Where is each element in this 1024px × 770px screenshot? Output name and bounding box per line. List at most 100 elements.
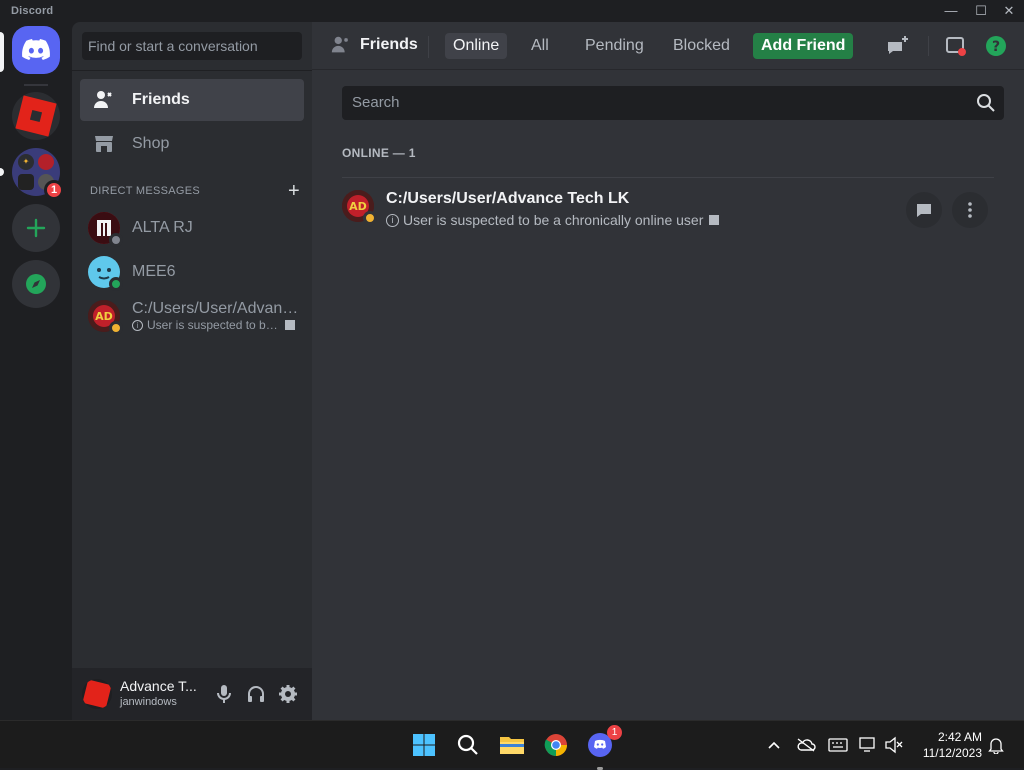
- svg-text:AD: AD: [349, 200, 367, 213]
- network-button[interactable]: [858, 735, 878, 755]
- home-button[interactable]: [12, 26, 60, 74]
- avatar: [88, 212, 123, 247]
- nav-shop[interactable]: Shop: [80, 123, 304, 165]
- svg-text:AD: AD: [95, 310, 113, 323]
- mention-badge: 1: [44, 180, 64, 200]
- chrome-icon: [544, 734, 567, 756]
- new-message-icon: [888, 36, 908, 54]
- friend-search-box: [342, 86, 1004, 120]
- new-group-dm-button[interactable]: [886, 34, 910, 58]
- friends-topbar: Friends Online All Pending Blocked Add F…: [312, 22, 1024, 70]
- find-conversation-button[interactable]: Find or start a conversation: [82, 32, 302, 60]
- friends-title: Friends: [330, 34, 418, 56]
- dm-header-label: DIRECT MESSAGES: [90, 185, 201, 197]
- volume-button[interactable]: [884, 735, 904, 755]
- rich-presence-icon: [285, 320, 295, 330]
- rich-presence-icon: [709, 215, 720, 225]
- add-friend-button[interactable]: Add Friend: [753, 33, 854, 59]
- network-icon: [859, 737, 875, 752]
- user-tag: janwindows: [120, 696, 177, 708]
- start-button[interactable]: [408, 729, 440, 761]
- cloud-off-icon: [797, 738, 816, 752]
- minimize-button[interactable]: —: [938, 2, 964, 20]
- dm-text: C:/Users/User/Advance Tech LK i User is …: [132, 300, 302, 332]
- keyboard-button[interactable]: [828, 735, 848, 755]
- clock[interactable]: 2:42 AM 11/12/2023: [923, 729, 982, 761]
- dm-name: C:/Users/User/Advance Tech LK: [132, 300, 302, 317]
- tab-pending[interactable]: Pending: [577, 33, 652, 59]
- folder-server-icon: [38, 154, 54, 170]
- maximize-button[interactable]: ☐: [968, 2, 994, 20]
- more-options-button[interactable]: [952, 192, 988, 228]
- taskbar-chrome[interactable]: [540, 729, 572, 761]
- avatar: AD: [88, 300, 123, 335]
- taskbar-discord[interactable]: 1: [584, 725, 622, 770]
- volume-muted-icon: [885, 736, 903, 754]
- tab-all[interactable]: All: [523, 33, 557, 59]
- onedrive-button[interactable]: [796, 735, 816, 755]
- create-dm-button[interactable]: +: [288, 180, 300, 203]
- discover-button[interactable]: [12, 260, 60, 308]
- sidebar-divider: [72, 70, 312, 71]
- mute-button[interactable]: [212, 682, 236, 706]
- info-icon: i: [132, 319, 143, 331]
- help-button[interactable]: ?: [984, 34, 1008, 58]
- friends-title-label: Friends: [360, 36, 418, 53]
- server-roblox[interactable]: [12, 92, 60, 140]
- folder-server-icon: [18, 174, 34, 190]
- friends-wave-icon: [92, 88, 116, 112]
- help-icon: ?: [986, 36, 1006, 56]
- discord-logo-icon: [22, 39, 50, 60]
- friend-custom-status: i User is suspected to be a chronically …: [386, 212, 720, 228]
- dm-item-mee6[interactable]: MEE6: [80, 251, 304, 293]
- user-name: Advance T...: [120, 678, 197, 694]
- server-folder[interactable]: ✦ 1: [12, 148, 64, 200]
- user-panel: Advance T... janwindows: [72, 668, 312, 720]
- headphones-icon: [248, 686, 264, 702]
- gear-icon: [279, 685, 297, 703]
- taskbar-search-button[interactable]: [452, 729, 484, 761]
- roblox-icon: [82, 679, 112, 709]
- nav-friends[interactable]: Friends: [80, 79, 304, 121]
- show-hidden-icons-button[interactable]: [764, 735, 784, 755]
- inbox-button[interactable]: [944, 34, 968, 58]
- taskbar-file-explorer[interactable]: [496, 729, 528, 761]
- folder-server-icon: ✦: [18, 154, 34, 170]
- chevron-up-icon: [768, 741, 780, 749]
- offline-status-icon: [109, 233, 123, 247]
- taskbar-notification-badge: 1: [607, 725, 622, 740]
- tab-blocked[interactable]: Blocked: [665, 33, 738, 59]
- deafen-button[interactable]: [244, 682, 268, 706]
- search-icon: [976, 93, 996, 117]
- selected-pill: [0, 32, 4, 72]
- server-list: ✦ 1: [0, 22, 72, 720]
- dm-item-alta-rj[interactable]: ALTA RJ: [80, 207, 304, 249]
- bell-icon: [988, 738, 1004, 754]
- friends-wave-icon: [330, 34, 352, 56]
- idle-status-icon: [363, 211, 377, 225]
- search-icon: [457, 734, 478, 755]
- roblox-icon: [15, 95, 57, 137]
- message-friend-button[interactable]: [906, 192, 942, 228]
- friend-row[interactable]: AD C:/Users/User/Advance Tech LK i User …: [342, 177, 994, 239]
- nav-shop-label: Shop: [132, 135, 170, 152]
- windows-logo-icon: [413, 734, 435, 756]
- friends-main: Friends Online All Pending Blocked Add F…: [312, 22, 1024, 720]
- notifications-button[interactable]: [986, 735, 1006, 755]
- clock-time: 2:42 AM: [937, 730, 982, 744]
- tab-online[interactable]: Online: [445, 33, 508, 59]
- friend-search-input[interactable]: [352, 94, 952, 111]
- inbox-icon: [946, 37, 966, 56]
- windows-taskbar: 1 2:42 AM 11/12/2023: [0, 720, 1024, 770]
- folder-icon: [500, 737, 524, 754]
- avatar: [88, 256, 123, 291]
- add-server-button[interactable]: [12, 204, 60, 252]
- close-button[interactable]: ✕: [996, 2, 1022, 20]
- user-avatar[interactable]: [82, 679, 112, 709]
- more-vertical-icon: [968, 202, 972, 218]
- user-settings-button[interactable]: [276, 682, 300, 706]
- topbar-divider: [928, 36, 929, 56]
- title-bar: Discord — ☐ ✕: [0, 0, 1024, 22]
- dm-item-advance-tech[interactable]: AD C:/Users/User/Advance Tech LK i User …: [80, 295, 304, 337]
- idle-status-icon: [109, 321, 123, 335]
